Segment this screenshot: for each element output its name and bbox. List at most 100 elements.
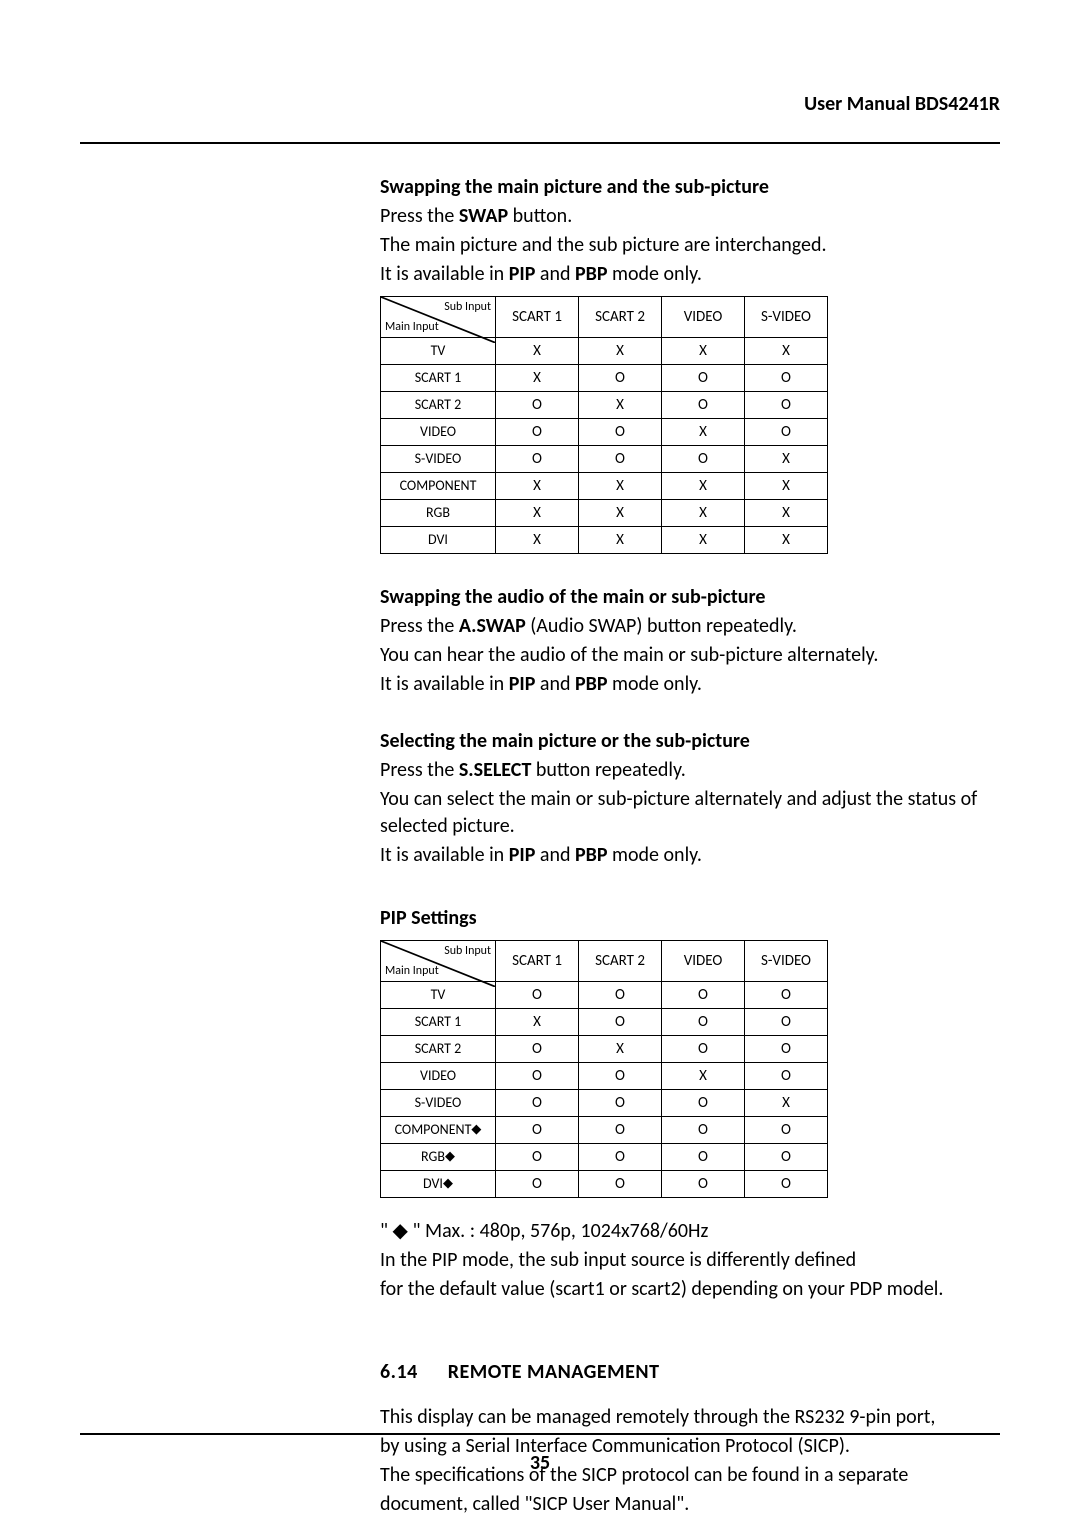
body-text: document, called "SICP User Manual". bbox=[380, 1491, 1000, 1518]
matrix-cell: X bbox=[662, 500, 745, 527]
section-heading-swap-audio: Swapping the audio of the main or sub-pi… bbox=[380, 584, 1000, 611]
text: Press the bbox=[380, 614, 459, 638]
table-row: DVIXXXX bbox=[381, 527, 828, 554]
footnote-line: In the PIP mode, the sub input source is… bbox=[380, 1247, 1000, 1274]
text: It is available in bbox=[380, 262, 509, 286]
row-header: VIDEO bbox=[381, 419, 496, 446]
diamond-icon: ◆ bbox=[471, 1121, 481, 1139]
row-header: VIDEO bbox=[381, 1063, 496, 1090]
matrix-cell: O bbox=[496, 446, 579, 473]
column-header: SCART 1 bbox=[496, 941, 579, 982]
matrix-cell: X bbox=[496, 500, 579, 527]
row-header: COMPONENT bbox=[381, 473, 496, 500]
mode-pip: PIP bbox=[509, 672, 536, 696]
text: and bbox=[535, 843, 575, 867]
matrix-cell: O bbox=[662, 982, 745, 1009]
column-header: S-VIDEO bbox=[745, 941, 828, 982]
body-text: You can hear the audio of the main or su… bbox=[380, 642, 1000, 669]
matrix-cell: X bbox=[579, 500, 662, 527]
matrix-cell: O bbox=[579, 1144, 662, 1171]
matrix-cell: X bbox=[662, 338, 745, 365]
row-header: SCART 2 bbox=[381, 392, 496, 419]
matrix-cell: X bbox=[579, 473, 662, 500]
matrix-cell: O bbox=[496, 982, 579, 1009]
matrix-cell: X bbox=[579, 1036, 662, 1063]
matrix-cell: O bbox=[496, 1144, 579, 1171]
matrix-cell: O bbox=[745, 1036, 828, 1063]
matrix-cell: O bbox=[745, 365, 828, 392]
matrix-cell: O bbox=[662, 1144, 745, 1171]
row-header: DVI bbox=[381, 527, 496, 554]
matrix-cell: O bbox=[579, 446, 662, 473]
matrix-cell: X bbox=[496, 527, 579, 554]
body-text: Press the SWAP button. bbox=[380, 203, 1000, 230]
body-text: Press the A.SWAP (Audio SWAP) button rep… bbox=[380, 613, 1000, 640]
row-header: DVI ◆ bbox=[381, 1171, 496, 1198]
matrix-cell: X bbox=[496, 473, 579, 500]
corner-sub-label: Sub Input bbox=[444, 299, 491, 315]
page: User Manual BDS4241R Swapping the main p… bbox=[0, 0, 1080, 1535]
body-text: The main picture and the sub picture are… bbox=[380, 232, 1000, 259]
button-name-swap: SWAP bbox=[459, 204, 508, 228]
matrix-cell: X bbox=[496, 338, 579, 365]
row-header: COMPONENT ◆ bbox=[381, 1117, 496, 1144]
matrix-cell: O bbox=[579, 419, 662, 446]
matrix-cell: X bbox=[579, 338, 662, 365]
row-header: SCART 1 bbox=[381, 365, 496, 392]
text: mode only. bbox=[607, 262, 701, 286]
pip-settings-table: Sub InputMain InputSCART 1SCART 2VIDEOS-… bbox=[380, 940, 828, 1198]
column-header: VIDEO bbox=[662, 297, 745, 338]
row-header: RGB ◆ bbox=[381, 1144, 496, 1171]
matrix-cell: O bbox=[662, 1090, 745, 1117]
matrix-cell: X bbox=[662, 1063, 745, 1090]
matrix-cell: O bbox=[662, 392, 745, 419]
matrix-cell: X bbox=[496, 1009, 579, 1036]
matrix-cell: O bbox=[579, 1117, 662, 1144]
matrix-cell: O bbox=[496, 1036, 579, 1063]
button-name-aswap: A.SWAP bbox=[459, 614, 526, 638]
page-number: 35 bbox=[0, 1451, 1080, 1475]
matrix-cell: O bbox=[496, 1090, 579, 1117]
column-header: SCART 2 bbox=[579, 941, 662, 982]
body-text: It is available in PIP and PBP mode only… bbox=[380, 261, 1000, 288]
body-text: Press the S.SELECT button repeatedly. bbox=[380, 757, 1000, 784]
swap-matrix-table: Sub InputMain InputSCART 1SCART 2VIDEOS-… bbox=[380, 296, 828, 554]
text: and bbox=[535, 262, 575, 286]
table-row: COMPONENT ◆OOOO bbox=[381, 1117, 828, 1144]
text: Press the bbox=[380, 758, 459, 782]
column-header: SCART 1 bbox=[496, 297, 579, 338]
column-header: SCART 2 bbox=[579, 297, 662, 338]
table-row: COMPONENTXXXX bbox=[381, 473, 828, 500]
matrix-cell: O bbox=[745, 1063, 828, 1090]
matrix-cell: O bbox=[496, 419, 579, 446]
table-row: RGB ◆OOOO bbox=[381, 1144, 828, 1171]
table-row: S-VIDEOOOOX bbox=[381, 446, 828, 473]
matrix-cell: O bbox=[579, 1090, 662, 1117]
matrix-cell: O bbox=[496, 1117, 579, 1144]
matrix-cell: X bbox=[496, 365, 579, 392]
mode-pbp: PBP bbox=[575, 262, 608, 286]
body-text: It is available in PIP and PBP mode only… bbox=[380, 671, 1000, 698]
table-row: SCART 1XOOO bbox=[381, 1009, 828, 1036]
matrix-cell: O bbox=[579, 982, 662, 1009]
matrix-cell: X bbox=[662, 473, 745, 500]
section-heading-swap-picture: Swapping the main picture and the sub-pi… bbox=[380, 174, 1000, 201]
mode-pip: PIP bbox=[509, 843, 536, 867]
matrix-cell: O bbox=[745, 419, 828, 446]
matrix-cell: X bbox=[745, 1090, 828, 1117]
matrix-cell: O bbox=[745, 1171, 828, 1198]
matrix-cell: X bbox=[745, 473, 828, 500]
matrix-cell: X bbox=[579, 392, 662, 419]
diamond-icon: ◆ bbox=[443, 1175, 453, 1193]
content-area: Swapping the main picture and the sub-pi… bbox=[380, 174, 1000, 1518]
section-heading-pip-settings: PIP Settings bbox=[380, 905, 1000, 932]
row-header: S-VIDEO bbox=[381, 1090, 496, 1117]
matrix-cell: X bbox=[745, 446, 828, 473]
matrix-cell: O bbox=[579, 365, 662, 392]
row-header: SCART 2 bbox=[381, 1036, 496, 1063]
text: and bbox=[535, 672, 575, 696]
corner-main-label: Main Input bbox=[385, 963, 439, 979]
matrix-cell: O bbox=[496, 1171, 579, 1198]
table-row: DVI ◆OOOO bbox=[381, 1171, 828, 1198]
matrix-cell: X bbox=[579, 527, 662, 554]
